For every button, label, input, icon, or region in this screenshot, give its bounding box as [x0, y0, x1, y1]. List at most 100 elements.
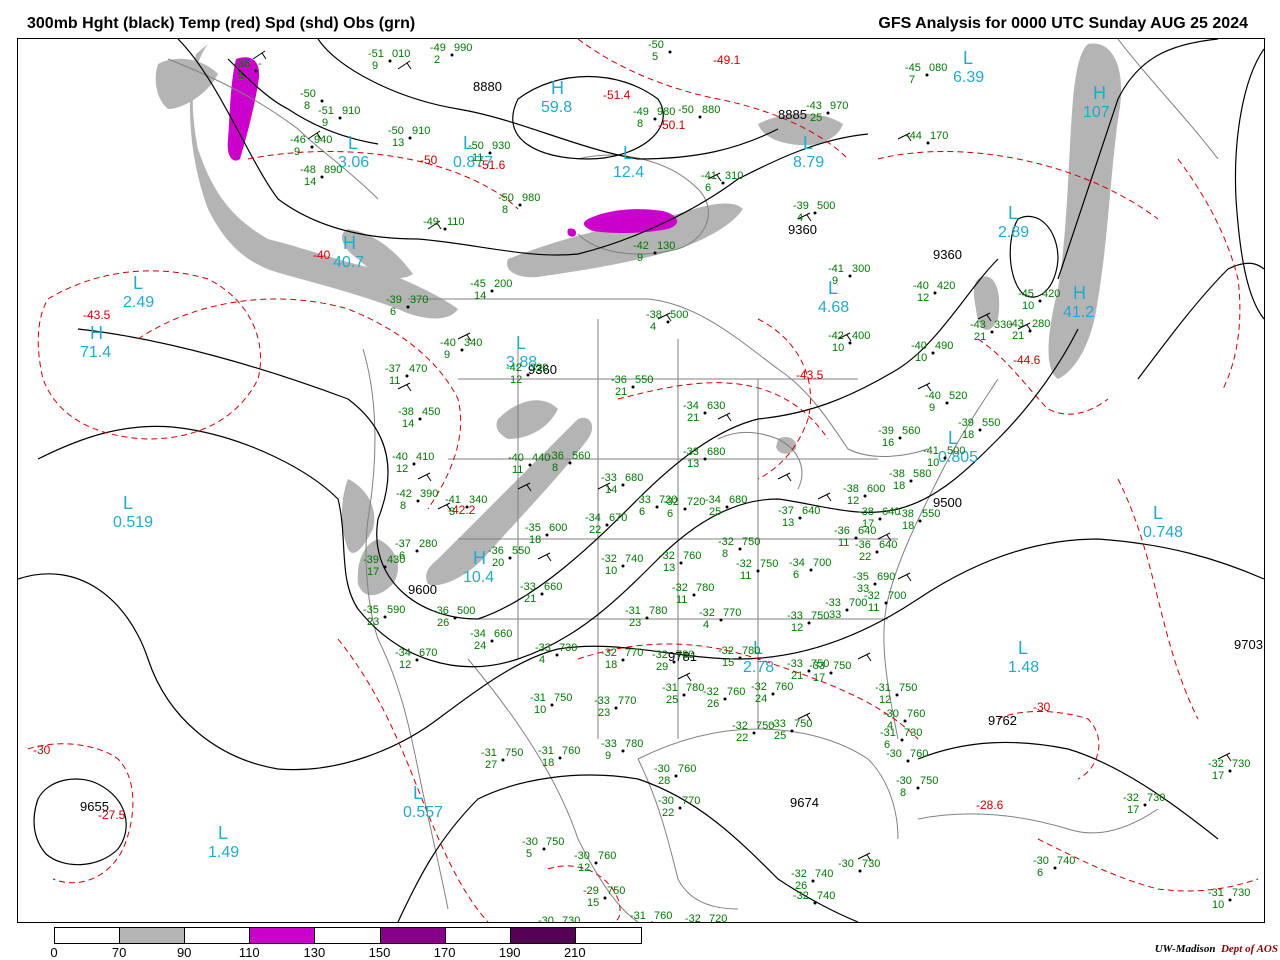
temperature-contour-label: -44.6	[1013, 353, 1041, 367]
station-dot	[1053, 866, 1057, 870]
obs-height: 110	[447, 216, 465, 228]
obs-temperature: -32	[791, 868, 807, 880]
obs-height: 750	[833, 660, 851, 672]
height-contour-east-ridge	[1137, 262, 1264, 380]
legend-tick-label: 170	[433, 945, 456, 960]
obs-dewpoint-depression: 8	[400, 500, 406, 512]
obs-height: 640	[802, 505, 820, 517]
station-dot	[895, 693, 899, 697]
vorticity-value: 0.557	[403, 804, 443, 821]
obs-dewpoint-depression: 5	[652, 51, 658, 63]
obs-temperature: -39	[363, 554, 379, 566]
obs-height: 680	[729, 494, 747, 506]
speed-shade-hudson-max	[583, 209, 678, 234]
credit-org: UW-Madison	[1154, 943, 1216, 955]
obs-dewpoint-depression: 25	[810, 112, 822, 124]
height-contour-label: 8880	[473, 79, 502, 94]
obs-temperature: -41	[828, 263, 844, 275]
obs-dewpoint-depression: 18	[529, 534, 541, 546]
obs-height: 770	[682, 795, 700, 807]
station-dot	[450, 53, 454, 57]
obs-dewpoint-depression: 25	[666, 694, 678, 706]
obs-dewpoint-depression: 6	[793, 569, 799, 581]
obs-temperature: -50	[300, 88, 316, 100]
station-dot	[666, 320, 670, 324]
pressure-center-letter: L	[963, 48, 973, 68]
obs-dewpoint-depression: 9	[294, 146, 300, 158]
obs-temperature: -39	[386, 294, 402, 306]
speed-shade-hudson-max-small	[567, 228, 577, 237]
station-dot	[1228, 769, 1232, 773]
obs-dewpoint-depression: 11	[389, 375, 400, 387]
obs-height: 730	[562, 915, 580, 922]
obs-height: 700	[849, 597, 867, 609]
obs-temperature: -40	[440, 337, 456, 349]
station-dot	[383, 615, 387, 619]
station-dot	[412, 462, 416, 466]
vorticity-value: 8.79	[793, 154, 824, 171]
obs-height: 720	[687, 496, 705, 508]
obs-dewpoint-depression: 6	[1037, 867, 1043, 879]
station-dot	[501, 758, 505, 762]
obs-dewpoint-depression: 26	[707, 698, 719, 710]
station-dot	[488, 151, 492, 155]
obs-temperature: -50	[468, 140, 484, 152]
obs-height: 340	[464, 337, 482, 349]
obs-height: 760	[907, 708, 925, 720]
obs-temperature: -34	[705, 494, 721, 506]
obs-dewpoint-depression: 22	[736, 732, 748, 744]
vorticity-value: 107	[1083, 104, 1110, 121]
obs-dewpoint-depression: 12	[399, 659, 411, 671]
obs-temperature: -49	[430, 42, 446, 54]
pressure-center-letter: L	[516, 333, 526, 353]
obs-height: 300	[852, 263, 870, 275]
station-dot	[408, 136, 412, 140]
station-dot	[906, 759, 910, 763]
obs-height: 500	[817, 200, 835, 212]
station-dot	[460, 348, 464, 352]
obs-height: 750	[742, 536, 760, 548]
obs-dewpoint-depression: 12	[578, 862, 590, 874]
obs-temperature: -32	[685, 913, 701, 922]
obs-height: 740	[817, 890, 835, 902]
obs-dewpoint-depression: 22	[589, 524, 601, 536]
obs-temperature: -35	[853, 571, 869, 583]
obs-temperature: -38	[898, 508, 914, 520]
obs-temperature: -36	[234, 58, 250, 70]
obs-dewpoint-depression: 10	[1022, 300, 1034, 312]
greenland-line	[1117, 39, 1219, 160]
pressure-center-letter: L	[1008, 203, 1018, 223]
temperature-contour-label: -50	[420, 153, 438, 167]
pressure-center-letter: H	[1093, 83, 1106, 103]
station-dot	[723, 697, 727, 701]
obs-temperature: -30	[838, 858, 854, 870]
obs-temperature: -41	[445, 494, 461, 506]
west-coast-line	[362, 348, 449, 910]
obs-temperature: -39	[793, 200, 809, 212]
station-dot	[809, 568, 813, 572]
pressure-center-letter: L	[218, 823, 228, 843]
obs-temperature: -31	[625, 605, 641, 617]
obs-dewpoint-depression: 22	[859, 551, 871, 563]
temperature-contour-label: -28.6	[976, 798, 1004, 812]
obs-height: 750	[794, 718, 812, 730]
legend-tick-label: 190	[498, 945, 521, 960]
station-dot	[884, 601, 888, 605]
obs-temperature: -30	[1033, 855, 1049, 867]
obs-dewpoint-depression: 4	[797, 212, 803, 224]
obs-dewpoint-depression: 18	[893, 480, 905, 492]
obs-temperature: -38	[889, 468, 905, 480]
obs-temperature: -50	[678, 104, 694, 116]
station-dot	[540, 592, 544, 596]
obs-dewpoint-depression: 22	[662, 807, 674, 819]
obs-height: 200	[494, 278, 512, 290]
station-dot	[310, 145, 314, 149]
station-dot	[668, 50, 672, 54]
station-dot	[845, 608, 849, 612]
obs-temperature: -48	[300, 164, 316, 176]
obs-temperature: -43	[1008, 318, 1024, 330]
station-dot	[925, 73, 929, 77]
station-dot	[721, 181, 725, 185]
weather-map: 8880 9360 9360 9360 9500 9600 9781 9762 9674 9655…	[17, 38, 1265, 923]
station-dot	[813, 901, 817, 905]
